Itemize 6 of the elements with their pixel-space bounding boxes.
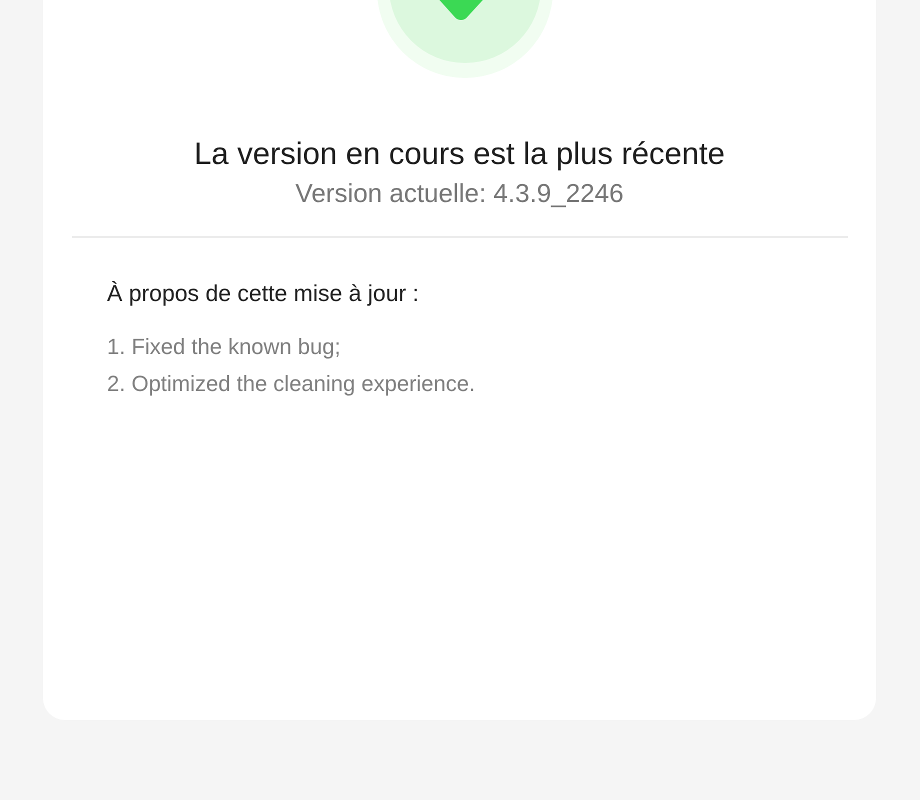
version-text: Version actuelle: 4.3.9_2246 [295,177,624,209]
status-title: La version en cours est la plus récente [194,136,725,172]
note-item: 1. Fixed the known bug; [107,333,342,361]
notes-heading: À propos de cette mise à jour : [107,279,420,308]
check-icon [374,0,554,80]
note-item: 2. Optimized the cleaning experience. [107,370,476,398]
